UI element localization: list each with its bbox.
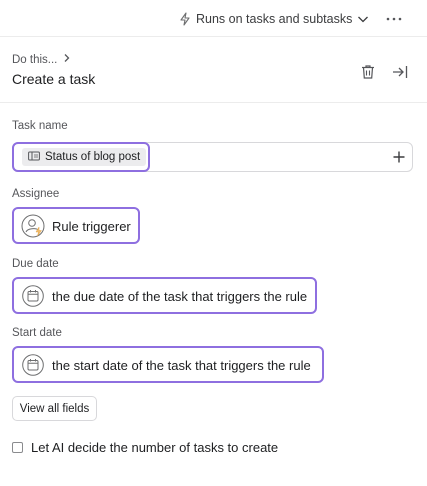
assignee-label: Assignee xyxy=(12,188,60,200)
assignee-field[interactable]: Rule triggerer xyxy=(12,207,140,244)
action-title: Create a task xyxy=(12,71,96,87)
action-header: Do this... Create a task xyxy=(0,37,427,103)
runs-on-dropdown[interactable]: Runs on tasks and subtasks xyxy=(178,9,370,29)
top-bar: Runs on tasks and subtasks xyxy=(0,0,427,37)
more-horizontal-icon xyxy=(385,9,403,27)
due-date-value: the due date of the task that triggers t… xyxy=(52,289,308,304)
task-name-label: Task name xyxy=(12,120,68,132)
collapse-panel-button[interactable] xyxy=(390,62,410,82)
chevron-down-icon xyxy=(356,12,370,26)
more-options-button[interactable] xyxy=(383,8,405,28)
delete-action-button[interactable] xyxy=(358,62,378,82)
assignee-value: Rule triggerer xyxy=(52,219,131,234)
runs-on-label: Runs on tasks and subtasks xyxy=(196,12,353,26)
start-date-label: Start date xyxy=(12,327,62,339)
collapse-panel-icon xyxy=(390,66,410,86)
ai-decide-option[interactable]: Let AI decide the number of tasks to cre… xyxy=(12,440,278,455)
breadcrumb[interactable]: Do this... xyxy=(12,53,71,66)
ai-decide-label: Let AI decide the number of tasks to cre… xyxy=(31,440,279,455)
chevron-right-icon xyxy=(62,53,71,66)
breadcrumb-label: Do this... xyxy=(12,53,58,66)
ai-decide-checkbox[interactable] xyxy=(12,442,23,453)
task-name-token[interactable]: Status of blog post xyxy=(22,148,147,166)
field-token-icon xyxy=(28,151,40,164)
plus-icon xyxy=(390,151,408,170)
user-lightning-icon xyxy=(21,214,45,238)
trash-icon xyxy=(358,65,378,86)
start-date-value: the start date of the task that triggers… xyxy=(52,358,311,373)
start-date-field[interactable]: the start date of the task that triggers… xyxy=(12,346,324,383)
calendar-icon xyxy=(22,285,44,307)
due-date-field[interactable]: the due date of the task that triggers t… xyxy=(12,277,317,314)
view-all-fields-button[interactable]: View all fields xyxy=(12,396,97,421)
add-variable-button[interactable] xyxy=(390,148,408,166)
due-date-label: Due date xyxy=(12,258,59,270)
calendar-icon xyxy=(22,354,44,376)
task-name-token-text: Status of blog post xyxy=(45,151,141,163)
lightning-icon xyxy=(178,12,192,26)
